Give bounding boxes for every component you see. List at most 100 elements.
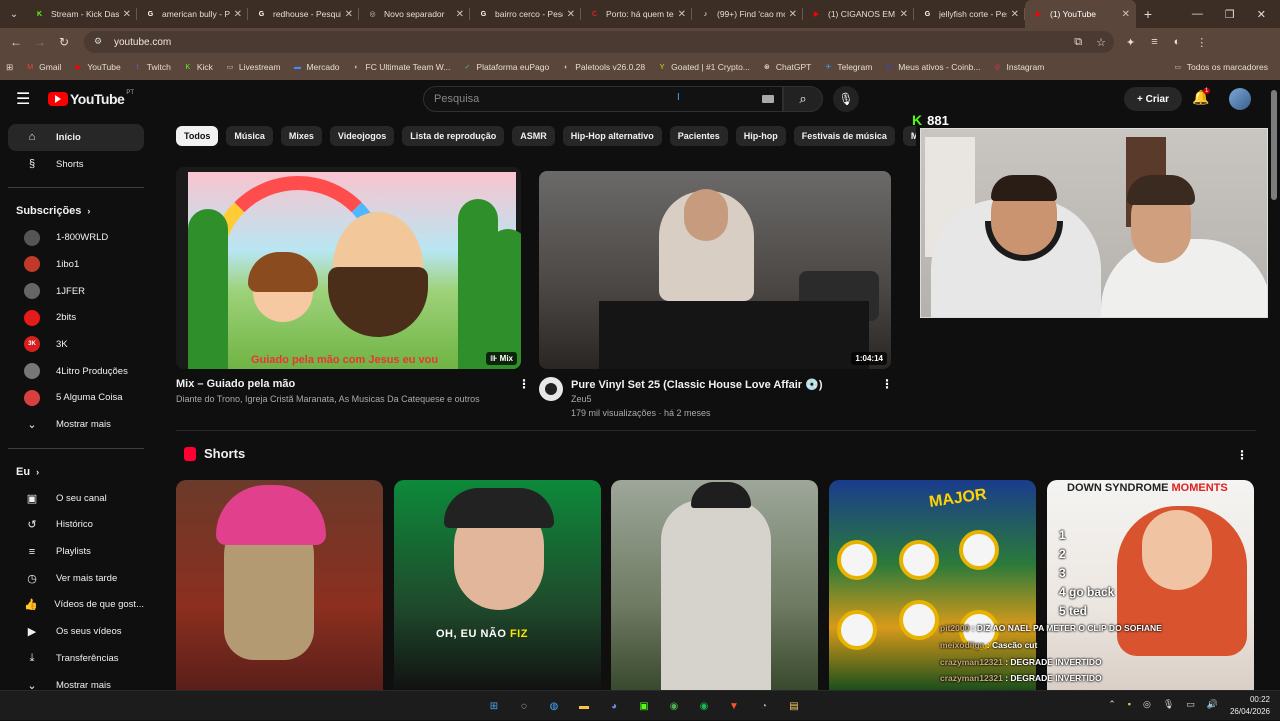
bookmark-gmail[interactable]: M Gmail [25, 62, 61, 72]
site-info-icon[interactable]: ⚙ [94, 36, 106, 48]
video-thumbnail[interactable]: 1:04:14 [539, 171, 891, 369]
subscription-item[interactable]: 1ibo1 [8, 251, 144, 278]
search-icon[interactable]: ◌ [514, 696, 534, 716]
browser-tab[interactable]: ▶ (1) YouTube ✕ [1025, 0, 1136, 28]
filter-chip[interactable]: Hip-hop [735, 126, 786, 146]
sidebar-item-you[interactable]: ▶ Os seus vídeos [8, 618, 144, 645]
file-explorer-icon[interactable]: ▬ [574, 696, 594, 716]
short-thumbnail[interactable] [176, 480, 383, 690]
bookmark-mercado[interactable]: ▬ Mercado [292, 62, 340, 72]
filter-chip[interactable]: ASMR [512, 126, 555, 146]
tab-close-icon[interactable]: ✕ [1011, 9, 1019, 20]
subscription-item[interactable]: 3K 3K [8, 331, 144, 358]
tray-app-icon[interactable]: ◎ [1143, 699, 1151, 710]
subscriptions-show-more[interactable]: ⌄ Mostrar mais [8, 411, 144, 438]
close-window-icon[interactable]: ✕ [1257, 8, 1266, 21]
subscription-item[interactable]: 1JFER [8, 278, 144, 305]
chrome-icon[interactable]: ◉ [664, 696, 684, 716]
back-icon[interactable]: ← [4, 35, 28, 49]
reload-icon[interactable]: ↻ [52, 35, 76, 49]
keyboard-icon[interactable] [762, 95, 774, 103]
tab-close-icon[interactable]: ✕ [123, 9, 131, 20]
new-tab-button[interactable]: + [1136, 6, 1160, 22]
bookmark-paletools-v26-0-28[interactable]: ◐ Paletools v26.0.28 [561, 62, 645, 72]
video-meta[interactable]: Diante do Trono, Igreja Cristã Maranata,… [176, 394, 480, 404]
browser-tab[interactable]: ♪ (99+) Find 'cao mo ✕ [692, 0, 803, 28]
video-title[interactable]: Mix – Guiado pela mão [176, 378, 295, 390]
browser-tab[interactable]: C Porto: há quem te ✕ [581, 0, 692, 28]
menu-icon[interactable]: ⋮ [1196, 36, 1207, 49]
browser-tab[interactable]: Gbairro cerco - Pesq ✕ [470, 0, 581, 28]
steam-icon[interactable]: ◔ [754, 696, 774, 716]
video-title[interactable]: Pure Vinyl Set 25 (Classic House Love Af… [571, 378, 823, 391]
filter-chip[interactable]: Música [226, 126, 273, 146]
app-icon[interactable]: ▤ [784, 696, 804, 716]
tray-app-icon[interactable]: ▪ [1128, 699, 1131, 710]
discord-icon[interactable]: ◕ [604, 696, 624, 716]
page-scrollbar[interactable] [1271, 90, 1277, 200]
sidebar-item-home[interactable]: ⌂ Início [8, 124, 144, 151]
brave-icon[interactable]: ▼ [724, 696, 744, 716]
voice-search-button[interactable]: 🎙 [833, 86, 859, 112]
bookmark-star-icon[interactable]: ☆ [1096, 36, 1106, 49]
tab-close-icon[interactable]: ✕ [678, 9, 686, 20]
bookmark-plataforma-eupago[interactable]: ✓ Plataforma euPago [462, 62, 549, 72]
search-input[interactable]: Pesquisa [423, 86, 783, 112]
minimize-icon[interactable]: — [1192, 8, 1203, 21]
restore-icon[interactable]: ❐ [1225, 8, 1235, 21]
create-button[interactable]: + Criar [1124, 87, 1182, 111]
all-bookmarks[interactable]: ▭ Todos os marcadores [1173, 62, 1268, 72]
edge-icon[interactable]: ◍ [544, 696, 564, 716]
bookmark-chatgpt[interactable]: ⊛ ChatGPT [762, 62, 811, 72]
shorts-more-icon[interactable]: ⋮ [1236, 448, 1248, 462]
browser-tab[interactable]: ▶ (1) CIGANOS EM ✕ [803, 0, 914, 28]
bookmark-instagram[interactable]: ◎ Instagram [993, 62, 1044, 72]
more-actions-icon[interactable]: ⋮ [518, 377, 530, 391]
tab-close-icon[interactable]: ✕ [234, 9, 242, 20]
apps-icon[interactable]: ⊞ [6, 62, 13, 73]
you-header[interactable]: Eu › [0, 459, 152, 485]
sidebar-item-you[interactable]: ▣ O seu canal [8, 485, 144, 512]
filter-chip[interactable]: Hip-Hop alternativo [562, 126, 662, 146]
address-bar[interactable]: ⚙ youtube.com ⧉ ☆ [84, 31, 1114, 53]
channel-name[interactable]: Zeu5 [571, 394, 592, 404]
short-thumbnail[interactable]: OH, EU NÃO FIZ [394, 480, 601, 690]
bookmark-meus-ativos-coinb[interactable]: C Meus ativos - Coinb... [884, 62, 981, 72]
filter-chip[interactable]: Todos [176, 126, 219, 146]
filter-chip[interactable]: Lista de reprodução [402, 126, 505, 146]
more-actions-icon[interactable]: ⋮ [881, 377, 893, 391]
subscription-item[interactable]: 4Litro Produções [8, 358, 144, 385]
bookmark-goated-1-crypto[interactable]: Y Goated | #1 Crypto... [657, 62, 750, 72]
tab-close-icon[interactable]: ✕ [1122, 9, 1130, 20]
cast-icon[interactable]: ⧉ [1074, 36, 1082, 49]
sidebar-item-you[interactable]: ⤓ Transferências [8, 645, 144, 672]
search-button[interactable]: ⌕ [783, 86, 823, 112]
tray-chevron-icon[interactable]: ⌃ [1108, 699, 1116, 710]
account-avatar[interactable] [1229, 88, 1251, 110]
tab-close-icon[interactable]: ✕ [567, 9, 575, 20]
sidebar-item-you[interactable]: ◷ Ver mais tarde [8, 565, 144, 592]
browser-tab[interactable]: K Stream - Kick Dash ✕ [26, 0, 137, 28]
volume-icon[interactable]: 🔊 [1207, 699, 1218, 710]
start-icon[interactable]: ⊞ [484, 696, 504, 716]
forward-icon[interactable]: → [28, 35, 52, 49]
channel-avatar[interactable] [539, 377, 563, 401]
tab-close-icon[interactable]: ✕ [789, 9, 797, 20]
browser-tab[interactable]: Gredhouse - Pesquisa ✕ [248, 0, 359, 28]
tray-mic-icon[interactable]: 🎙 [1163, 699, 1174, 710]
media-icon[interactable]: ≡ [1151, 36, 1157, 49]
video-thumbnail[interactable]: Guiado pela mão com Jesus eu vou ⊪ Mix [176, 167, 521, 369]
filter-chip[interactable]: Festivais de música [793, 126, 895, 146]
bookmark-youtube[interactable]: ▶ YouTube [73, 62, 121, 72]
bookmark-telegram[interactable]: ✈ Telegram [823, 62, 872, 72]
subscription-item[interactable]: 5 Alguma Coisa [8, 385, 144, 412]
browser-tab[interactable]: ◎ Novo separador ✕ [359, 0, 470, 28]
subscription-item[interactable]: 1-800WRLD [8, 224, 144, 251]
youtube-logo[interactable]: YouTube PT [48, 90, 134, 107]
bookmark-livestream[interactable]: ▭ Livestream [225, 62, 281, 72]
filter-chip[interactable]: Pacientes [669, 126, 728, 146]
tab-close-icon[interactable]: ✕ [456, 9, 464, 20]
profile-icon[interactable]: ◐ [1174, 36, 1181, 49]
tab-search-icon[interactable]: ⌄ [2, 2, 26, 26]
kick-app-icon[interactable]: ▣ [634, 696, 654, 716]
